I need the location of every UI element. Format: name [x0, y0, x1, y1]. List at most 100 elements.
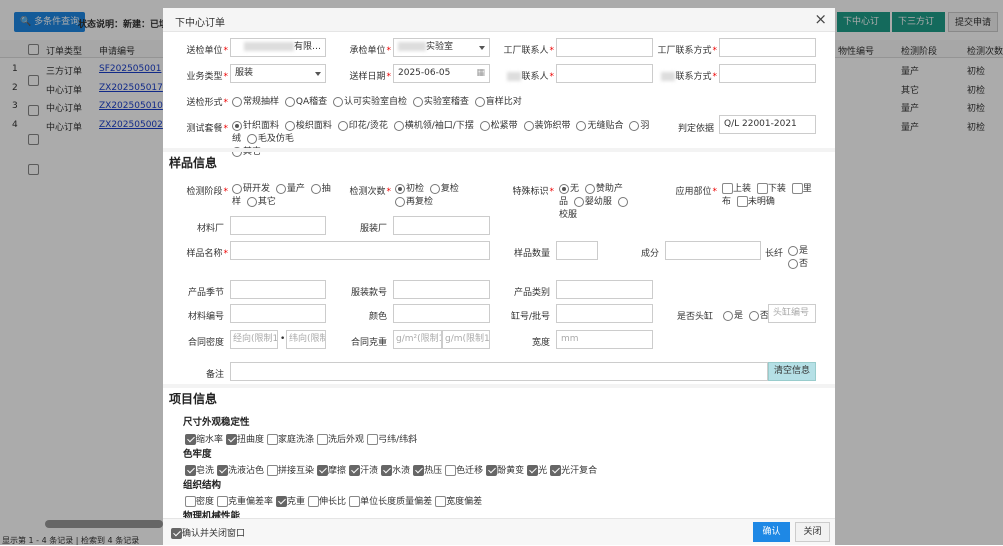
package-option[interactable]: 印花/烫花 [337, 120, 388, 131]
send-date-input[interactable]: 2025-06-05 ▦ [393, 64, 490, 83]
remark-input[interactable] [230, 362, 768, 381]
garment-factory-input[interactable] [393, 216, 490, 235]
checkbox-icon [527, 465, 539, 476]
warp-density-input[interactable]: 经向(限制1- [230, 330, 278, 349]
send-form-option[interactable]: 实验室稽查 [412, 96, 469, 107]
checkbox-icon [435, 496, 447, 507]
remark-label: 备注 [205, 370, 224, 380]
times-option[interactable]: 初检 [395, 183, 424, 194]
factory-phone-input[interactable] [719, 38, 816, 57]
material-no-input[interactable] [230, 304, 326, 323]
project-checkbox[interactable]: 密度 [185, 496, 214, 507]
first-vat-no-input[interactable]: 头缸编号 [768, 304, 816, 323]
stage-option[interactable]: 其它 [246, 196, 276, 207]
package-label: 测试套餐* [186, 124, 228, 134]
checkbox-icon [381, 465, 393, 476]
project-checkbox[interactable]: 热压 [413, 465, 442, 476]
checkbox-label: 汗渍 [360, 466, 379, 476]
close-icon[interactable]: × [814, 10, 827, 28]
business-type-select[interactable]: 服装 [230, 64, 326, 83]
part-option[interactable]: 下装 [756, 183, 786, 194]
project-checkbox[interactable]: 伸长比 [308, 496, 346, 507]
project-checkbox[interactable]: 拼接互染 [267, 465, 314, 476]
checkbox-label: 皂洗 [196, 466, 215, 476]
send-date-label: 送样日期* [349, 72, 391, 82]
project-checkbox[interactable]: 洗后外观 [317, 434, 364, 445]
package-option[interactable]: 横机领/袖口/下摆 [393, 120, 474, 131]
package-option[interactable]: 梭织面料 [284, 120, 332, 131]
checkbox-label: 扭曲度 [237, 435, 265, 445]
confirm-close-checkbox[interactable]: 确认并关闭窗口 [171, 526, 245, 539]
send-form-option[interactable]: 常规抽样 [232, 96, 279, 107]
project-checkbox[interactable]: 皂洗 [185, 465, 215, 476]
dialog-header: 下中心订单 × [163, 8, 835, 32]
test-unit-select[interactable]: 实验室 [393, 38, 490, 57]
project-checkbox[interactable]: 扭曲度 [226, 434, 265, 445]
stage-option[interactable]: 量产 [275, 183, 305, 194]
checkbox-icon [185, 465, 196, 476]
project-checkbox[interactable]: 洗液沾色 [217, 465, 264, 476]
package-option[interactable]: 松紧带 [479, 120, 518, 131]
project-checkbox[interactable]: 克重偏差率 [217, 496, 274, 507]
project-checkbox[interactable]: 酚黄变 [486, 465, 524, 476]
part-option[interactable]: 未明确 [736, 196, 775, 207]
project-checkbox[interactable]: 水渍 [381, 465, 410, 476]
close-button[interactable]: 关闭 [795, 522, 830, 542]
season-input[interactable] [230, 280, 326, 299]
material-factory-input[interactable] [230, 216, 326, 235]
color-input[interactable] [393, 304, 490, 323]
phone-input[interactable] [719, 64, 816, 83]
special-option[interactable]: 婴幼服 [573, 196, 612, 207]
send-unit-input[interactable]: 有限… [230, 38, 326, 57]
times-option[interactable]: 复检 [429, 183, 459, 194]
checkbox-icon [413, 465, 425, 476]
checkbox-label: 摩擦 [328, 466, 347, 476]
send-form-option[interactable]: QA稽查 [284, 96, 327, 107]
material-no-label: 材料编号 [187, 312, 224, 322]
width-input[interactable]: mm [556, 330, 653, 349]
package-option[interactable]: 针织面料 [232, 120, 279, 131]
project-checkbox[interactable]: 汗渍 [349, 465, 379, 476]
package-option[interactable]: 无缝贴合 [576, 120, 623, 131]
factory-contact-input[interactable] [556, 38, 653, 57]
clear-info-button[interactable]: 清空信息 [768, 362, 816, 381]
project-checkbox[interactable]: 缩水率 [185, 434, 223, 445]
long-fiber-radio-group: 是 否 [788, 245, 818, 271]
stage-option[interactable]: 研开发 [232, 183, 270, 194]
send-form-radio-group: 常规抽样 QA稽查 认可实验室自检 实验室稽查 盲样比对 [232, 94, 525, 107]
send-form-option[interactable]: 认可实验室自检 [333, 96, 407, 107]
basis-input[interactable]: Q/L 22001-2021 [719, 115, 816, 134]
part-option[interactable]: 上装 [722, 183, 751, 194]
checkbox-label: 克重偏差率 [228, 497, 274, 507]
first-vat-label: 是否头缸 [676, 312, 713, 322]
contact-input[interactable] [556, 64, 653, 83]
times-option[interactable]: 再复检 [395, 196, 433, 207]
project-checkbox[interactable]: 单位长度质量偏差 [349, 496, 432, 507]
weight-gsm-input[interactable]: g/m²(限制1- [393, 330, 442, 349]
first-vat-option[interactable]: 是 [723, 310, 743, 321]
long-fiber-option[interactable]: 是 [788, 245, 808, 256]
long-fiber-option[interactable]: 否 [788, 258, 808, 269]
vat-no-input[interactable] [556, 304, 653, 323]
checkbox-icon [217, 465, 229, 476]
project-checkbox[interactable]: 弓纬/纬斜 [367, 434, 417, 445]
confirm-button[interactable]: 确认 [753, 522, 790, 542]
project-checkbox[interactable]: 色迁移 [445, 465, 483, 476]
project-checkbox[interactable]: 宽度偏差 [435, 496, 482, 507]
first-vat-option[interactable]: 否 [748, 310, 769, 321]
send-form-option[interactable]: 盲样比对 [474, 96, 522, 107]
project-checkbox[interactable]: 摩擦 [317, 465, 347, 476]
project-checkbox[interactable]: 光 [527, 465, 547, 476]
package-option[interactable]: 毛及仿毛 [246, 133, 294, 144]
checkbox-icon [550, 465, 562, 476]
special-option[interactable]: 无 [559, 183, 579, 194]
vat-no-label: 缸号/批号 [510, 312, 550, 322]
sample-name-input[interactable] [230, 241, 490, 260]
project-checkbox[interactable]: 光汗复合 [550, 465, 597, 476]
category-input[interactable] [556, 280, 653, 299]
composition-input[interactable] [665, 241, 761, 260]
style-no-input[interactable] [393, 280, 490, 299]
package-option[interactable]: 装饰织带 [523, 120, 571, 131]
project-checkbox[interactable]: 家庭洗涤 [267, 434, 314, 445]
project-checkbox[interactable]: 克重 [276, 496, 305, 507]
